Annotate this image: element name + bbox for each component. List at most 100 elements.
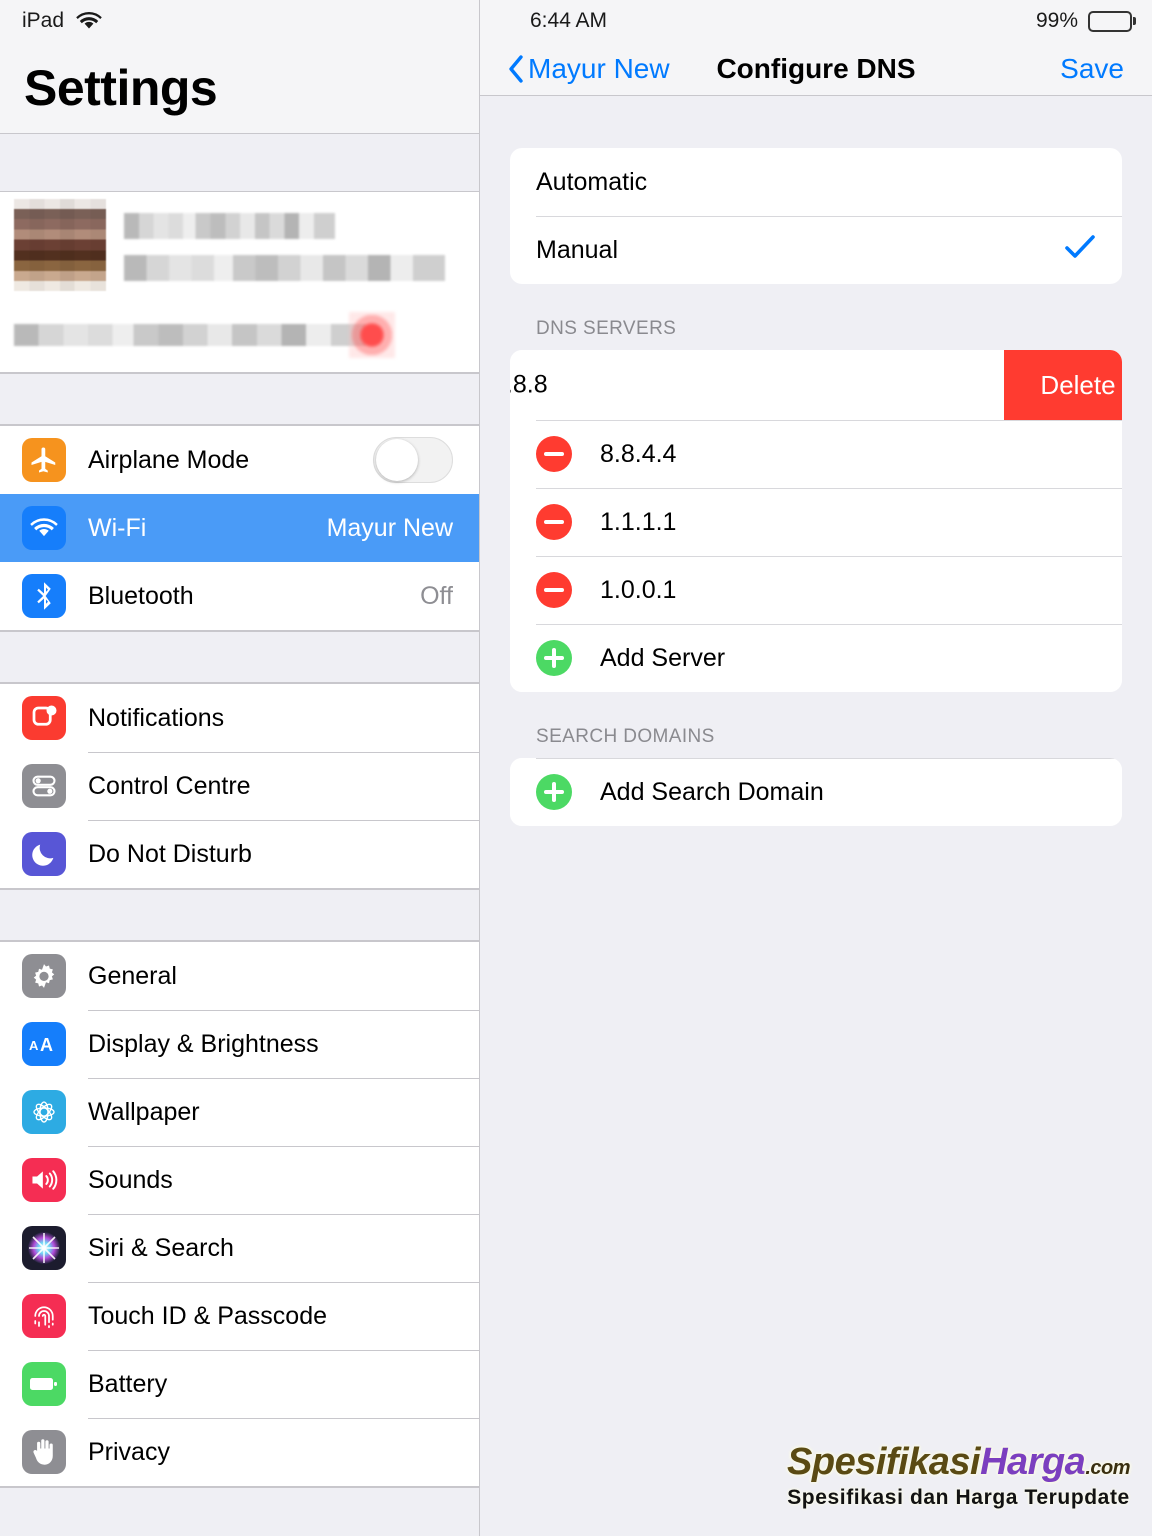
sidebar-gap-bottom	[0, 1487, 479, 1536]
wifi-icon	[22, 506, 66, 550]
airplane-icon	[22, 438, 66, 482]
toggle-knob	[376, 439, 418, 481]
sidebar-gap-2	[0, 631, 479, 683]
option-label: Automatic	[536, 167, 648, 196]
sidebar-item-touch-id-passcode[interactable]: Touch ID & Passcode	[0, 1282, 479, 1350]
checkmark-icon	[1064, 234, 1096, 267]
sidebar-status-bar: iPad	[0, 0, 479, 42]
dns-servers-card: 8.8.8 Delete 8.8.4.4 1.1.1.1 1.0.0.1	[510, 350, 1122, 692]
profile-secondary-row[interactable]	[0, 298, 479, 372]
back-button-label: Mayur New	[528, 52, 670, 84]
minus-bar	[544, 520, 564, 524]
control-centre-icon	[22, 764, 66, 808]
plus-bar-v	[552, 648, 556, 668]
sidebar-item-wallpaper[interactable]: Wallpaper	[0, 1078, 479, 1146]
dns-mode-card: Automatic Manual	[510, 148, 1122, 284]
sidebar-gap-3	[0, 889, 479, 941]
watermark-part2: Harga	[980, 1441, 1086, 1483]
add-server-row[interactable]: Add Server	[510, 624, 1122, 692]
dns-server-value: 8.8.8	[510, 370, 548, 399]
settings-sidebar: iPad Settings Airplane Mode Wi-Fi Mayur …	[0, 0, 480, 1536]
wifi-icon	[76, 11, 102, 31]
add-search-domain-row[interactable]: Add Search Domain	[510, 758, 1122, 826]
sidebar-item-label: Wallpaper	[88, 1097, 200, 1126]
sidebar-item-control-centre[interactable]: Control Centre	[0, 752, 479, 820]
profile-name-redacted	[124, 213, 336, 239]
plus-circle-icon[interactable]	[536, 774, 572, 810]
fingerprint-icon	[22, 1294, 66, 1338]
sidebar-item-label: Sounds	[88, 1165, 173, 1194]
sidebar-gap-top	[0, 134, 479, 192]
sidebar-group-alerts: Notifications Control Centre Do Not Dist…	[0, 683, 479, 889]
sidebar-item-label: Touch ID & Passcode	[88, 1301, 328, 1330]
sidebar-item-general[interactable]: General	[0, 942, 479, 1010]
sidebar-item-airplane-mode[interactable]: Airplane Mode	[0, 426, 479, 494]
watermark-part1: Spesifikasi	[787, 1441, 981, 1483]
sidebar-item-battery[interactable]: Battery	[0, 1350, 479, 1418]
configure-dns-pane: 6:44 AM 99% Mayur New Configure DNS Save…	[480, 0, 1152, 1536]
ipad-settings-screen: iPad Settings Airplane Mode Wi-Fi Mayur …	[0, 0, 1152, 1536]
add-search-domain-label: Add Search Domain	[600, 777, 824, 806]
bluetooth-state-value: Off	[420, 581, 453, 610]
profile-main[interactable]	[0, 192, 479, 298]
sidebar-item-siri-search[interactable]: Siri & Search	[0, 1214, 479, 1282]
sidebar-item-privacy[interactable]: Privacy	[0, 1418, 479, 1486]
save-button[interactable]: Save	[1060, 53, 1124, 85]
battery-icon	[22, 1362, 66, 1406]
wallpaper-icon	[22, 1090, 66, 1134]
dns-server-row[interactable]: 8.8.4.4	[510, 420, 1122, 488]
dns-server-value: 1.0.0.1	[600, 575, 677, 604]
sidebar-item-bluetooth[interactable]: Bluetooth Off	[0, 562, 479, 630]
dns-server-row-swiped[interactable]: 8.8.8 Delete	[510, 350, 1122, 420]
sidebar-item-label: Airplane Mode	[88, 445, 250, 474]
dns-mode-option-manual[interactable]: Manual	[510, 216, 1122, 284]
sidebar-item-label: Wi-Fi	[88, 513, 147, 542]
profile-text-redacted	[124, 209, 465, 281]
profile-subtitle-redacted	[124, 255, 445, 281]
minus-bar	[544, 452, 564, 456]
sidebar-item-do-not-disturb[interactable]: Do Not Disturb	[0, 820, 479, 888]
sidebar-item-label: Battery	[88, 1369, 168, 1398]
plus-bar-v	[552, 782, 556, 802]
device-name-label: iPad	[22, 9, 65, 32]
avatar	[14, 199, 106, 291]
dns-mode-option-automatic[interactable]: Automatic	[510, 148, 1122, 216]
dns-server-value: 1.1.1.1	[600, 507, 677, 536]
sidebar-item-notifications[interactable]: Notifications	[0, 684, 479, 752]
battery-percent-label: 99%	[1035, 9, 1078, 32]
dns-server-row[interactable]: 1.1.1.1	[510, 488, 1122, 556]
dns-settings-body: Automatic Manual DNS Servers 8.8.8 Delet…	[480, 96, 1152, 826]
clock-label: 6:44 AM	[530, 9, 608, 32]
page-title: Settings	[24, 59, 218, 116]
sidebar-gap-1	[0, 373, 479, 425]
sidebar-item-label: Control Centre	[88, 771, 251, 800]
chevron-left-icon	[509, 54, 523, 83]
dns-server-row[interactable]: 1.0.0.1	[510, 556, 1122, 624]
dns-server-value: 8.8.4.4	[600, 439, 677, 468]
delete-button[interactable]: Delete	[1004, 350, 1122, 420]
minus-bar	[544, 588, 564, 592]
search-domains-card: Add Search Domain	[510, 758, 1122, 826]
minus-circle-icon[interactable]	[536, 436, 572, 472]
minus-circle-icon[interactable]	[536, 572, 572, 608]
sidebar-item-wifi[interactable]: Wi-Fi Mayur New	[0, 494, 479, 562]
navigation-bar: Mayur New Configure DNS Save	[480, 42, 1152, 96]
option-label: Manual	[536, 235, 618, 264]
minus-circle-icon[interactable]	[536, 504, 572, 540]
watermark-part3: .com	[1085, 1457, 1130, 1479]
sidebar-item-label: Bluetooth	[88, 581, 194, 610]
siri-icon	[22, 1226, 66, 1270]
apple-id-profile-row[interactable]	[0, 192, 479, 373]
sidebar-group-system: General A A Display & Brightness Wallpap…	[0, 941, 479, 1487]
back-button[interactable]: Mayur New	[508, 53, 670, 85]
sidebar-item-label: General	[88, 961, 177, 990]
gear-icon	[22, 954, 66, 998]
status-badge	[349, 312, 395, 358]
settings-title-bar: Settings	[0, 42, 479, 134]
svg-text:A: A	[40, 1035, 53, 1055]
sidebar-item-display-brightness[interactable]: A A Display & Brightness	[0, 1010, 479, 1078]
airplane-mode-toggle[interactable]	[373, 437, 453, 483]
plus-circle-icon[interactable]	[536, 640, 572, 676]
sidebar-item-sounds[interactable]: Sounds	[0, 1146, 479, 1214]
sidebar-item-label: Siri & Search	[88, 1233, 234, 1262]
